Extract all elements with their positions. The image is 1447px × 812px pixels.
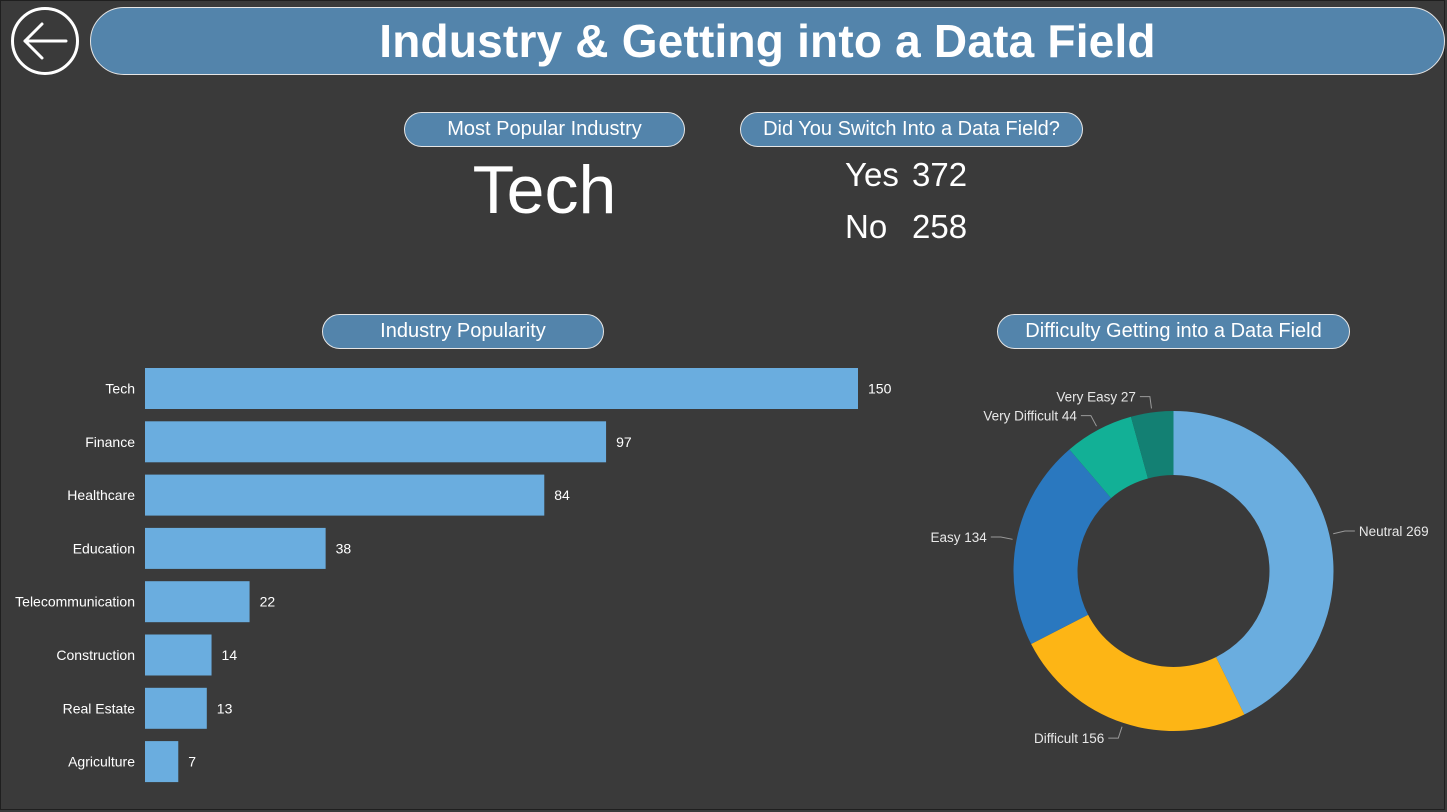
donut-leader-easy <box>990 536 1013 540</box>
bar-value-label-education: 38 <box>336 540 352 556</box>
bar-category-label-agriculture: Agriculture <box>68 754 135 770</box>
bar-finance[interactable] <box>145 421 607 463</box>
bar-value-label-telecommunication: 22 <box>260 594 276 610</box>
donut-label-very-difficult: Very Difficult 44 <box>983 409 1077 424</box>
bar-real-estate[interactable] <box>145 687 207 729</box>
bar-category-label-real-estate: Real Estate <box>63 700 136 716</box>
bar-category-label-finance: Finance <box>85 434 135 450</box>
bar-construction[interactable] <box>145 634 212 676</box>
back-button[interactable] <box>11 7 79 75</box>
switch-data-field-header: Did You Switch Into a Data Field? <box>740 112 1083 147</box>
donut-leader-very-difficult <box>1080 415 1097 427</box>
switch-yes-value: 372 <box>912 156 968 193</box>
bar-category-label-construction: Construction <box>56 647 135 663</box>
bar-tech[interactable] <box>145 368 858 409</box>
donut-leader-very-easy <box>1139 396 1152 409</box>
donut-leader-difficult <box>1108 726 1123 739</box>
most-popular-industry-header: Most Popular Industry <box>404 112 685 147</box>
bar-category-label-tech: Tech <box>105 381 135 397</box>
arrow-left-icon <box>23 22 68 60</box>
donut-label-neutral: Neutral 269 <box>1359 524 1429 539</box>
bar-value-label-tech: 150 <box>868 381 892 397</box>
bar-healthcare[interactable] <box>145 474 545 516</box>
bar-education[interactable] <box>145 527 326 569</box>
donut-label-difficult: Difficult 156 <box>1034 731 1104 746</box>
industry-popularity-header: Industry Popularity <box>322 314 604 349</box>
bar-value-label-healthcare: 84 <box>554 487 570 503</box>
donut-label-very-easy: Very Easy 27 <box>1056 390 1136 405</box>
bar-value-label-agriculture: 7 <box>188 754 196 770</box>
donut-leader-neutral <box>1333 530 1355 535</box>
bar-telecommunication[interactable] <box>145 581 250 623</box>
bar-value-label-construction: 14 <box>222 647 238 663</box>
page-title: Industry & Getting into a Data Field <box>90 7 1445 75</box>
bar-value-label-real-estate: 13 <box>217 700 233 716</box>
switch-no-label: No <box>845 208 888 245</box>
industry-popularity-chart: Tech 150 Finance 97 Healthcare 84 Education 38 T… <box>15 368 892 783</box>
bar-category-label-healthcare: Healthcare <box>67 487 135 503</box>
bar-category-label-telecommunication: Telecommunication <box>15 594 135 610</box>
donut-slice-difficult[interactable] <box>1031 614 1245 731</box>
donut-label-easy: Easy 134 <box>931 530 988 545</box>
bar-value-label-finance: 97 <box>616 434 632 450</box>
switch-yes-label: Yes <box>845 156 899 193</box>
bar-agriculture[interactable] <box>145 741 179 783</box>
switch-no-value: 258 <box>912 208 968 245</box>
bar-category-label-education: Education <box>73 540 135 556</box>
difficulty-header: Difficulty Getting into a Data Field <box>997 314 1350 349</box>
most-popular-industry-value: Tech <box>472 152 617 228</box>
difficulty-donut-chart: Neutral 269 Difficult 156 Easy 134 Very Dif… <box>931 390 1429 747</box>
